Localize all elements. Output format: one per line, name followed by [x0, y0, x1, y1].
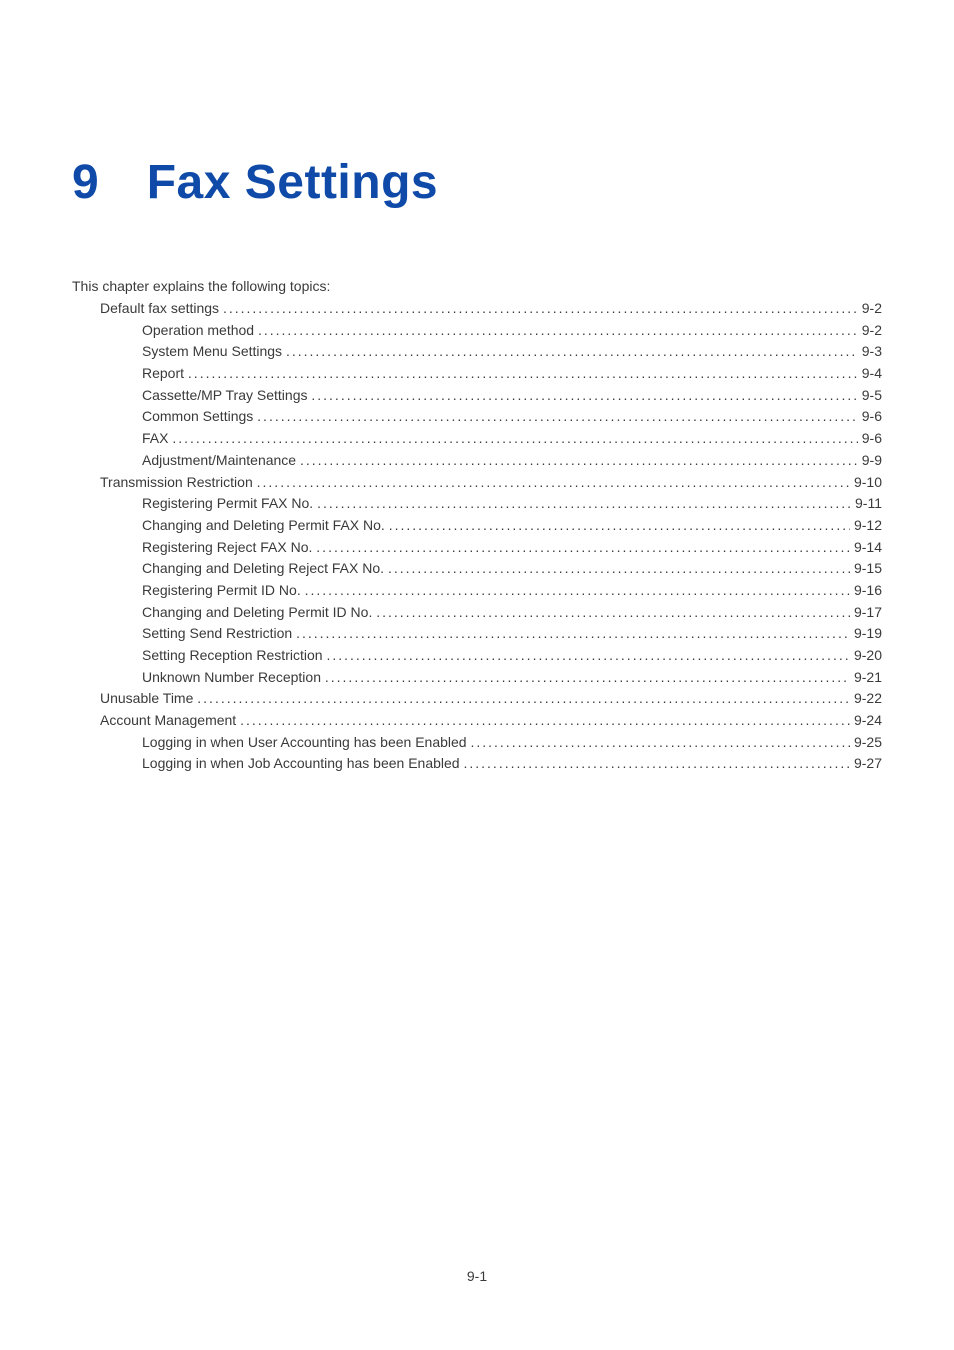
toc-entry[interactable]: Unusable Time...........................… — [72, 688, 882, 710]
toc-entry-page: 9-2 — [858, 320, 882, 342]
toc-entry[interactable]: Default fax settings....................… — [72, 298, 882, 320]
chapter-number: 9 — [72, 155, 99, 210]
toc-entry-label: Default fax settings — [100, 298, 223, 320]
chapter-heading: 9 Fax Settings — [72, 155, 882, 210]
toc-dot-leader: ........................................… — [286, 341, 858, 363]
table-of-contents: Default fax settings....................… — [72, 298, 882, 775]
toc-dot-leader: ........................................… — [305, 580, 850, 602]
toc-dot-leader: ........................................… — [300, 450, 858, 472]
toc-entry-label: Logging in when User Accounting has been… — [142, 732, 470, 754]
page-number: 9-1 — [0, 1268, 954, 1284]
chapter-title: Fax Settings — [147, 155, 438, 210]
toc-entry[interactable]: Logging in when User Accounting has been… — [72, 732, 882, 754]
toc-entry[interactable]: Operation method........................… — [72, 320, 882, 342]
toc-entry[interactable]: Account Management......................… — [72, 710, 882, 732]
toc-entry-page: 9-24 — [850, 710, 882, 732]
toc-dot-leader: ........................................… — [326, 645, 850, 667]
toc-entry-page: 9-9 — [858, 450, 882, 472]
toc-entry-label: Setting Reception Restriction — [142, 645, 326, 667]
toc-dot-leader: ........................................… — [470, 732, 850, 754]
toc-dot-leader: ........................................… — [197, 688, 850, 710]
toc-entry[interactable]: Unknown Number Reception................… — [72, 667, 882, 689]
toc-entry-page: 9-25 — [850, 732, 882, 754]
toc-dot-leader: ........................................… — [388, 558, 850, 580]
toc-entry-page: 9-15 — [850, 558, 882, 580]
toc-entry-label: Common Settings — [142, 406, 257, 428]
toc-entry[interactable]: Report..................................… — [72, 363, 882, 385]
toc-entry-page: 9-22 — [850, 688, 882, 710]
toc-dot-leader: ........................................… — [188, 363, 858, 385]
toc-dot-leader: ........................................… — [257, 472, 850, 494]
toc-entry-label: Registering Reject FAX No. — [142, 537, 316, 559]
toc-entry-label: Setting Send Restriction — [142, 623, 296, 645]
toc-dot-leader: ........................................… — [258, 320, 858, 342]
toc-entry-page: 9-6 — [858, 428, 882, 450]
toc-entry-label: Report — [142, 363, 188, 385]
toc-dot-leader: ........................................… — [223, 298, 858, 320]
toc-entry-label: Changing and Deleting Permit ID No. — [142, 602, 376, 624]
toc-entry[interactable]: Common Settings.........................… — [72, 406, 882, 428]
toc-entry-page: 9-17 — [850, 602, 882, 624]
toc-entry[interactable]: FAX.....................................… — [72, 428, 882, 450]
toc-entry-page: 9-6 — [858, 406, 882, 428]
toc-entry-page: 9-10 — [850, 472, 882, 494]
toc-entry-page: 9-20 — [850, 645, 882, 667]
toc-entry-label: Changing and Deleting Reject FAX No. — [142, 558, 388, 580]
toc-dot-leader: ........................................… — [240, 710, 850, 732]
toc-entry-page: 9-5 — [858, 385, 882, 407]
toc-entry-label: Registering Permit FAX No. — [142, 493, 317, 515]
toc-entry-page: 9-4 — [858, 363, 882, 385]
toc-dot-leader: ........................................… — [463, 753, 849, 775]
toc-dot-leader: ........................................… — [325, 667, 850, 689]
toc-entry-page: 9-19 — [850, 623, 882, 645]
toc-entry[interactable]: Setting Reception Restriction...........… — [72, 645, 882, 667]
document-page: 9 Fax Settings This chapter explains the… — [0, 0, 954, 775]
toc-dot-leader: ........................................… — [257, 406, 858, 428]
toc-entry-label: Registering Permit ID No. — [142, 580, 305, 602]
toc-dot-leader: ........................................… — [389, 515, 850, 537]
toc-entry-label: Unusable Time — [100, 688, 197, 710]
toc-dot-leader: ........................................… — [311, 385, 857, 407]
toc-dot-leader: ........................................… — [172, 428, 857, 450]
toc-entry[interactable]: Registering Permit ID No................… — [72, 580, 882, 602]
toc-dot-leader: ........................................… — [376, 602, 850, 624]
toc-entry[interactable]: System Menu Settings....................… — [72, 341, 882, 363]
toc-entry-page: 9-3 — [858, 341, 882, 363]
toc-entry-page: 9-12 — [850, 515, 882, 537]
toc-entry-page: 9-11 — [851, 493, 882, 515]
toc-entry-label: Adjustment/Maintenance — [142, 450, 300, 472]
toc-dot-leader: ........................................… — [296, 623, 850, 645]
toc-entry[interactable]: Changing and Deleting Permit ID No......… — [72, 602, 882, 624]
toc-entry[interactable]: Registering Permit FAX No...............… — [72, 493, 882, 515]
toc-entry-label: Unknown Number Reception — [142, 667, 325, 689]
toc-entry-page: 9-2 — [858, 298, 882, 320]
toc-entry[interactable]: Cassette/MP Tray Settings...............… — [72, 385, 882, 407]
toc-entry-label: Cassette/MP Tray Settings — [142, 385, 311, 407]
toc-entry-page: 9-27 — [850, 753, 882, 775]
toc-entry-label: Logging in when Job Accounting has been … — [142, 753, 463, 775]
toc-entry[interactable]: Transmission Restriction................… — [72, 472, 882, 494]
chapter-intro: This chapter explains the following topi… — [72, 278, 882, 294]
toc-entry-label: Account Management — [100, 710, 240, 732]
toc-entry[interactable]: Registering Reject FAX No...............… — [72, 537, 882, 559]
toc-entry[interactable]: Logging in when Job Accounting has been … — [72, 753, 882, 775]
toc-entry[interactable]: Changing and Deleting Reject FAX No.....… — [72, 558, 882, 580]
toc-entry-label: Operation method — [142, 320, 258, 342]
toc-dot-leader: ........................................… — [317, 493, 851, 515]
toc-entry-page: 9-21 — [850, 667, 882, 689]
toc-entry-page: 9-16 — [850, 580, 882, 602]
toc-entry[interactable]: Setting Send Restriction................… — [72, 623, 882, 645]
toc-entry[interactable]: Changing and Deleting Permit FAX No.....… — [72, 515, 882, 537]
toc-entry-label: Changing and Deleting Permit FAX No. — [142, 515, 389, 537]
toc-entry-label: Transmission Restriction — [100, 472, 257, 494]
toc-dot-leader: ........................................… — [316, 537, 850, 559]
toc-entry-label: System Menu Settings — [142, 341, 286, 363]
toc-entry[interactable]: Adjustment/Maintenance..................… — [72, 450, 882, 472]
toc-entry-page: 9-14 — [850, 537, 882, 559]
toc-entry-label: FAX — [142, 428, 172, 450]
